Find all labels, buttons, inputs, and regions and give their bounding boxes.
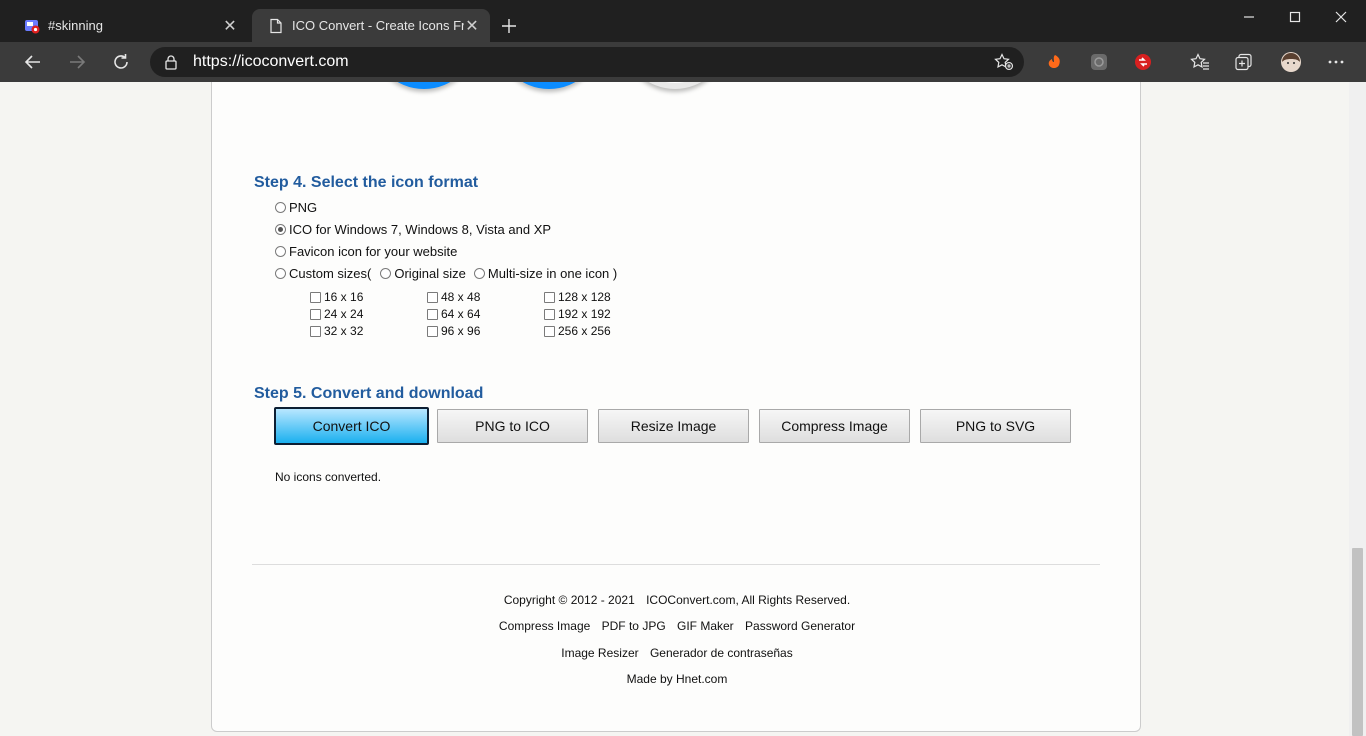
size-256-checkbox[interactable]: 256 x 256 <box>544 324 611 338</box>
size-16-checkbox[interactable]: 16 x 16 <box>310 290 363 304</box>
tab-title: ICO Convert - Create Icons From <box>292 18 464 33</box>
tab-strip: #skinning ✕ ICO Convert - Create Icons F… <box>0 0 1366 42</box>
page-viewport: Step 4. Select the icon format PNG ICO f… <box>0 82 1349 736</box>
collections-icon[interactable] <box>1233 51 1255 73</box>
format-png-option[interactable]: PNG <box>275 200 317 215</box>
footer-link-gif-maker[interactable]: GIF Maker <box>677 619 734 633</box>
footer-link-generador[interactable]: Generador de contraseñas <box>650 646 793 660</box>
original-size-option[interactable]: Original size <box>380 266 466 281</box>
extension-gray-icon[interactable] <box>1088 51 1110 73</box>
radio-button[interactable] <box>275 246 286 257</box>
step4-title: Step 4. Select the icon format <box>254 174 479 191</box>
address-bar[interactable]: https://icoconvert.com <box>150 47 1024 77</box>
format-ico-option[interactable]: ICO for Windows 7, Windows 8, Vista and … <box>275 222 551 237</box>
close-window-icon[interactable] <box>1318 0 1364 34</box>
forward-icon[interactable] <box>63 48 91 76</box>
tab-close-icon[interactable]: ✕ <box>222 18 238 35</box>
page-icon <box>270 18 282 33</box>
footer-link-password-generator[interactable]: Password Generator <box>745 619 855 633</box>
icon-preview <box>496 82 602 89</box>
footer-link-pdf-to-jpg[interactable]: PDF to JPG <box>602 619 666 633</box>
extension-orange-icon[interactable] <box>1044 51 1066 73</box>
custom-sizes-row: Custom sizes( Original size Multi-size i… <box>275 266 617 281</box>
step5-title: Step 5. Convert and download <box>254 385 484 402</box>
tab-skinning[interactable]: #skinning ✕ <box>8 9 248 42</box>
content-card: Step 4. Select the icon format PNG ICO f… <box>211 82 1141 732</box>
minimize-icon[interactable] <box>1226 0 1272 34</box>
radio-button[interactable] <box>380 268 392 279</box>
site-favicon-icon <box>25 19 40 33</box>
footer-link-compress-image[interactable]: Compress Image <box>499 619 590 633</box>
footer-made-by: Made by Hnet.com <box>212 672 1142 686</box>
size-128-checkbox[interactable]: 128 x 128 <box>544 290 611 304</box>
footer-copyright: Copyright © 2012 - 2021 ICOConvert.com, … <box>503 593 851 607</box>
maximize-icon[interactable] <box>1272 0 1318 34</box>
radio-button-selected[interactable] <box>275 224 286 235</box>
profile-avatar-icon[interactable] <box>1280 51 1302 73</box>
footer-links-row-2: Image Resizer Generador de contraseñas <box>212 646 1142 660</box>
size-64-checkbox[interactable]: 64 x 64 <box>427 307 480 321</box>
footer-links-row-1: Compress Image PDF to JPG GIF Maker Pass… <box>212 619 1142 633</box>
url-text: https://icoconvert.com <box>193 53 349 70</box>
size-192-checkbox[interactable]: 192 x 192 <box>544 307 611 321</box>
scrollbar-thumb[interactable] <box>1352 548 1363 736</box>
radio-button[interactable] <box>473 268 485 279</box>
footer-link-hnet[interactable]: Made by Hnet.com <box>627 672 728 686</box>
size-96-checkbox[interactable]: 96 x 96 <box>427 324 480 338</box>
refresh-icon[interactable] <box>107 48 135 76</box>
icon-preview <box>622 82 728 89</box>
new-tab-icon[interactable] <box>498 15 520 37</box>
favorites-icon[interactable] <box>1189 51 1211 73</box>
tab-title: #skinning <box>48 18 103 33</box>
conversion-status: No icons converted. <box>275 470 382 484</box>
compress-image-button[interactable]: Compress Image <box>759 409 910 443</box>
tab-close-icon[interactable]: ✕ <box>464 18 480 35</box>
extension-red-icon[interactable] <box>1132 51 1154 73</box>
png-to-svg-button[interactable]: PNG to SVG <box>920 409 1071 443</box>
page-scrollbar[interactable] <box>1349 82 1366 736</box>
size-32-checkbox[interactable]: 32 x 32 <box>310 324 363 338</box>
add-favorite-icon[interactable] <box>994 53 1014 71</box>
resize-image-button[interactable]: Resize Image <box>598 409 749 443</box>
tab-icoconvert[interactable]: ICO Convert - Create Icons From ✕ <box>252 9 490 42</box>
back-icon[interactable] <box>19 48 47 76</box>
format-favicon-option[interactable]: Favicon icon for your website <box>275 244 457 259</box>
footer-divider <box>252 564 1100 565</box>
browser-toolbar: https://icoconvert.com <box>0 42 1366 82</box>
more-options-icon[interactable] <box>1325 51 1347 73</box>
radio-button[interactable] <box>275 202 286 213</box>
size-24-checkbox[interactable]: 24 x 24 <box>310 307 363 321</box>
size-48-checkbox[interactable]: 48 x 48 <box>427 290 480 304</box>
lock-icon <box>165 55 177 70</box>
format-custom-option[interactable]: Custom sizes( <box>275 266 371 281</box>
radio-button[interactable] <box>275 268 286 279</box>
png-to-ico-button[interactable]: PNG to ICO <box>437 409 588 443</box>
convert-ico-button[interactable]: Convert ICO <box>274 407 429 445</box>
footer-link-image-resizer[interactable]: Image Resizer <box>561 646 638 660</box>
icon-preview <box>371 82 477 89</box>
multi-size-option[interactable]: Multi-size in one icon ) <box>473 266 617 281</box>
